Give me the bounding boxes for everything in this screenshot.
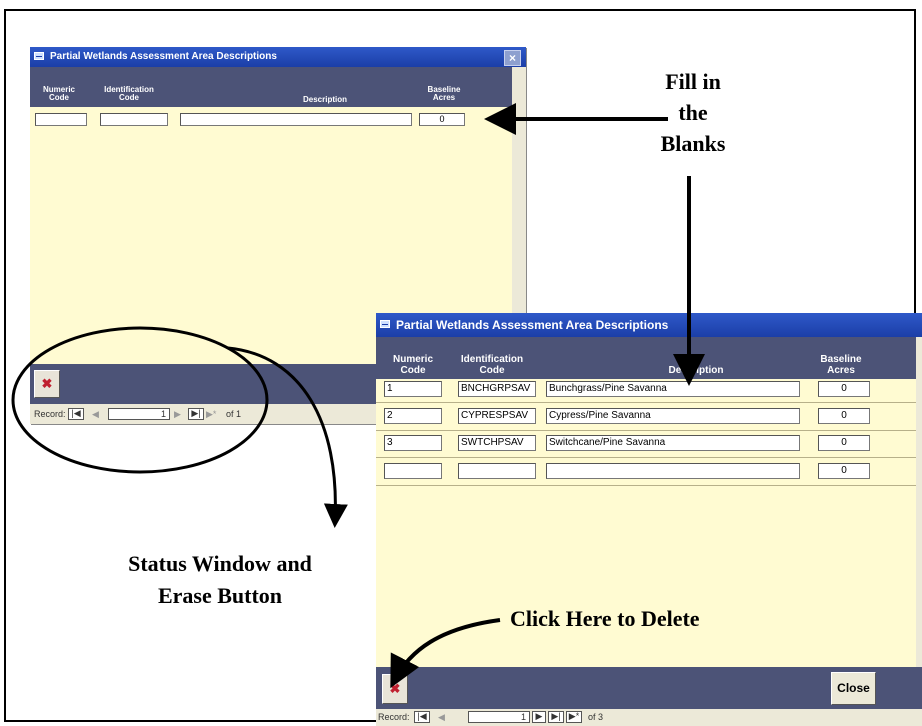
arrow-to-delete-button bbox=[390, 618, 501, 689]
annotation-arrows bbox=[11, 103, 705, 689]
status-window-circle bbox=[11, 326, 269, 474]
arrow-to-status-label bbox=[227, 346, 348, 528]
